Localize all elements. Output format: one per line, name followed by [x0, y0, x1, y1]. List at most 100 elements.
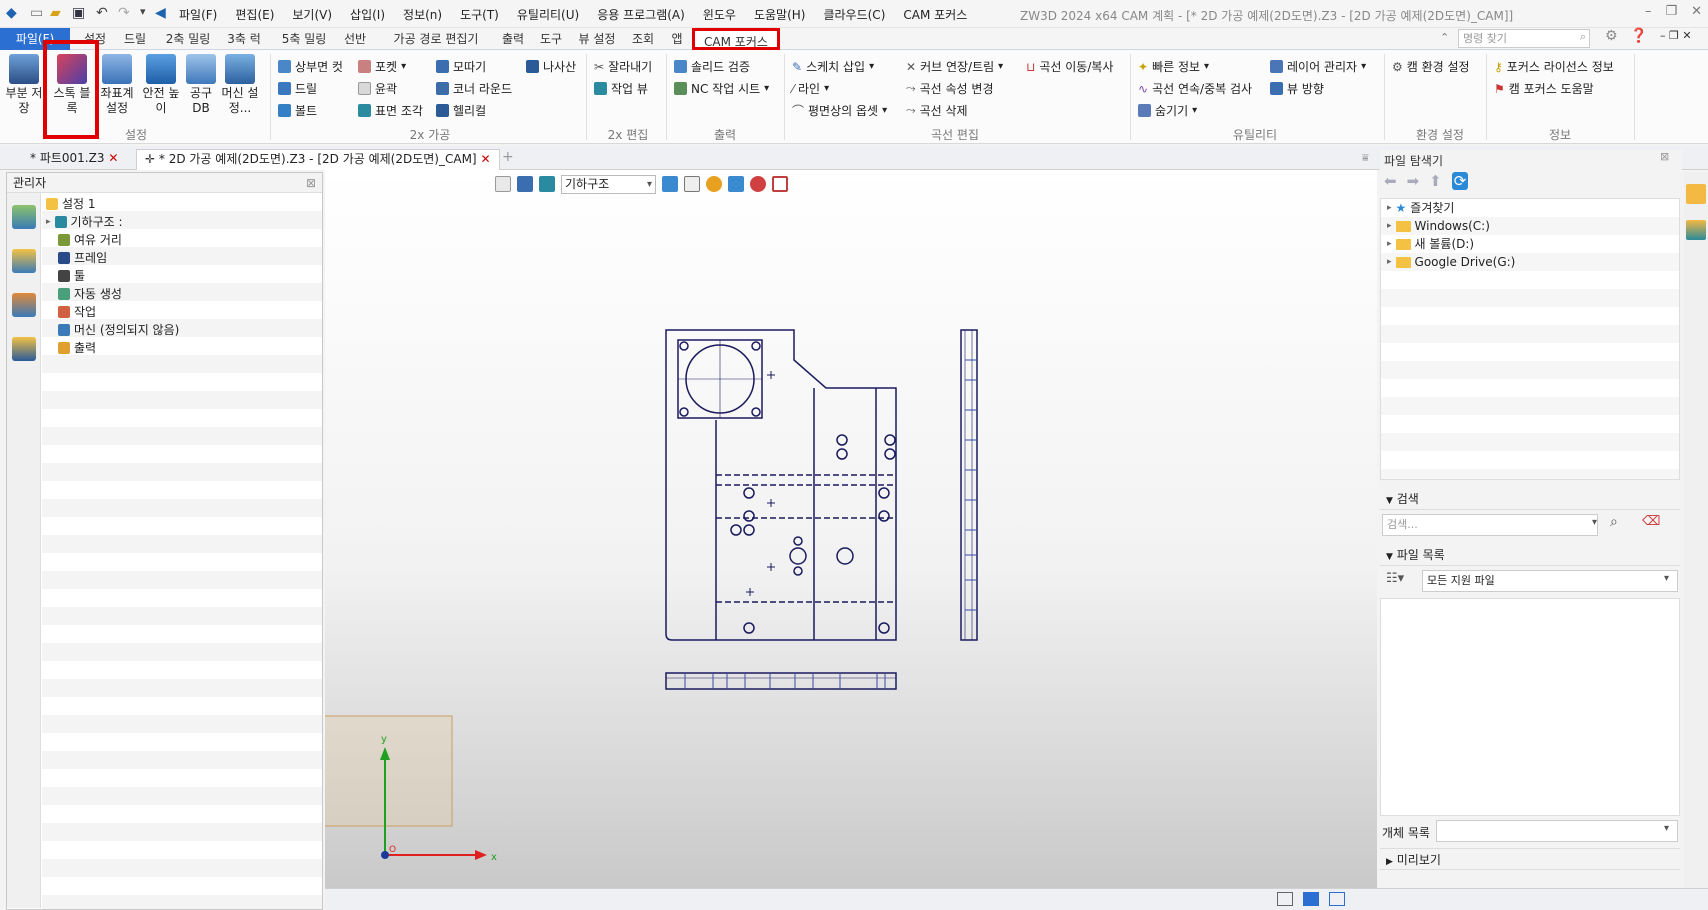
menu-edit[interactable]: 편집(E) — [226, 6, 283, 23]
close-window-icon[interactable]: ✕ — [1691, 4, 1702, 19]
tree-item-operation[interactable]: 작업 — [58, 303, 96, 321]
tab-cam-focus[interactable]: CAM 포커스 — [692, 28, 780, 50]
tab-lathe[interactable]: 선반 — [338, 28, 372, 50]
doc-tab-part001[interactable]: * 파트001.Z3 ✕ — [22, 149, 126, 170]
curve-move-copy-button[interactable]: ⊔ 곡선 이동/복사 — [1026, 58, 1113, 75]
cam-env-settings-button[interactable]: ⚙ 캠 환경 설정 — [1392, 58, 1470, 75]
license-info-button[interactable]: ⚷ 포커스 라이선스 정보 — [1494, 58, 1614, 75]
explorer-item-c-drive[interactable]: ▸ Windows(C:) — [1387, 217, 1490, 235]
menu-utility[interactable]: 유틸리티(U) — [508, 6, 588, 23]
quick-info-button[interactable]: ✦ 빠른 정보 ▾ — [1138, 58, 1209, 75]
tab-view-settings[interactable]: 뷰 설정 — [572, 28, 622, 50]
helical-button[interactable]: 헬리컬 — [436, 102, 486, 119]
window-icon[interactable] — [1329, 892, 1345, 906]
minimize-icon[interactable]: – — [1645, 4, 1652, 19]
part-icon[interactable] — [11, 249, 36, 273]
collapse-ribbon-icon[interactable]: ⌃ — [1440, 31, 1449, 44]
forward-arrow-icon[interactable]: ➡ — [1407, 172, 1420, 190]
cam-focus-help-button[interactable]: ⚑ 캠 포커스 도움말 — [1494, 80, 1594, 97]
surface-engrave-button[interactable]: 표면 조각 — [358, 102, 423, 119]
coordinate-system-button[interactable]: 좌표계 설정 — [96, 54, 138, 116]
file-list[interactable] — [1380, 598, 1680, 816]
tab-2axis[interactable]: 2축 밀링 — [158, 28, 218, 50]
tab-drill[interactable]: 드릴 — [118, 28, 152, 50]
tab-app[interactable]: 앱 — [664, 28, 690, 50]
file-type-filter-select[interactable]: 모든 지원 파일 — [1422, 570, 1678, 592]
menu-file[interactable]: 파일(F) — [170, 6, 226, 23]
menu-applications[interactable]: 응용 프로그램(A) — [588, 6, 694, 23]
object-list-select[interactable] — [1436, 820, 1678, 842]
curve-delete-button[interactable]: ⤳ 곡선 삭제 — [906, 102, 968, 119]
close-panel-icon[interactable]: ⊠ — [306, 173, 316, 193]
view-direction-button[interactable]: 뷰 방향 — [1270, 80, 1324, 97]
partial-save-button[interactable]: 부분 저장 — [4, 54, 44, 116]
machine-setup-button[interactable]: 머신 설정... — [218, 54, 262, 116]
refresh-icon[interactable]: ⟳ — [1451, 172, 1469, 190]
manager-tree-icon[interactable] — [11, 205, 36, 229]
safe-height-button[interactable]: 안전 높이 — [140, 54, 182, 116]
up-arrow-icon[interactable]: ⬆ — [1429, 172, 1442, 190]
new-file-icon[interactable]: ▭ — [30, 5, 43, 21]
doc-window-controls[interactable]: – ❐ ✕ — [1660, 29, 1692, 42]
curve-property-button[interactable]: ⤳ 곡선 속성 변경 — [906, 80, 993, 97]
tree-item-setup[interactable]: 설정 1 — [46, 195, 96, 213]
search-icon[interactable]: ⌕ — [1610, 514, 1618, 530]
face-cut-button[interactable]: 상부면 컷 — [278, 58, 343, 75]
tree-item-tool[interactable]: 툴 — [58, 267, 85, 285]
tab-tools[interactable]: 도구 — [534, 28, 568, 50]
folder-panel-icon[interactable] — [1686, 184, 1706, 204]
layer-manager-button[interactable]: 레이어 관리자 ▾ — [1270, 58, 1366, 75]
explorer-item-d-drive[interactable]: ▸ 새 볼륨(D:) — [1387, 235, 1474, 253]
graphics-viewport[interactable]: 기하구조 ▾ x y O — [325, 170, 1377, 888]
search-section-header[interactable]: ▼ 검색 — [1380, 488, 1680, 510]
work-view-button[interactable]: 작업 뷰 — [594, 80, 648, 97]
menu-cloud[interactable]: 클라우드(C) — [814, 6, 894, 23]
tree-item-machine[interactable]: 머신 (정의되지 않음) — [58, 321, 179, 339]
undo-icon[interactable]: ↶ — [96, 5, 108, 21]
explorer-search-input[interactable]: 검색... — [1382, 514, 1598, 536]
open-file-icon[interactable]: ▰ — [50, 5, 61, 21]
save-icon[interactable]: ▣ — [72, 5, 85, 21]
insert-sketch-button[interactable]: ✎ 스케치 삽입 ▾ — [792, 58, 874, 75]
preview-section-header[interactable]: ▶ 미리보기 — [1380, 848, 1680, 870]
tree-item-frame[interactable]: 프레임 — [58, 249, 107, 267]
cut-button[interactable]: ✂ 잘라내기 — [594, 58, 652, 75]
filelist-section-header[interactable]: ▼ 파일 목록 — [1380, 544, 1680, 566]
chevron-down-icon[interactable]: ▾ — [1664, 823, 1669, 834]
restore-icon[interactable]: ❐ — [1665, 4, 1677, 19]
clear-search-icon[interactable]: ⌫ — [1642, 514, 1660, 529]
tab-3axis[interactable]: 3축 럭 — [222, 28, 266, 50]
corner-round-button[interactable]: 코너 라운드 — [436, 80, 512, 97]
tree-item-clearance[interactable]: 여유 거리 — [58, 231, 122, 249]
search-icon[interactable]: ⌕ — [1580, 30, 1586, 44]
explorer-item-favorites[interactable]: ▸ ★ 즐겨찾기 — [1387, 199, 1454, 217]
hide-button[interactable]: 숨기기 ▾ — [1138, 102, 1197, 119]
menu-info[interactable]: 정보(n) — [394, 6, 451, 23]
line-button[interactable]: ⁄ 라인 ▾ — [792, 80, 829, 97]
explorer-item-g-drive[interactable]: ▸ Google Drive(G:) — [1387, 253, 1515, 271]
tree-item-auto-generate[interactable]: 자동 생성 — [58, 285, 122, 303]
menu-window[interactable]: 윈도우 — [694, 6, 745, 23]
add-tab-icon[interactable]: + — [502, 149, 514, 165]
screen-icon[interactable] — [1303, 892, 1319, 906]
back-arrow-icon[interactable]: ◀ — [155, 5, 166, 21]
thread-button[interactable]: 나사산 — [526, 58, 576, 75]
tab-list-icon[interactable]: ⩸ — [1362, 151, 1369, 165]
back-arrow-icon[interactable]: ⬅ — [1384, 172, 1397, 190]
chevron-down-icon[interactable]: ▾ — [1664, 573, 1669, 584]
profile-button[interactable]: 윤곽 — [358, 80, 397, 97]
tab-5axis[interactable]: 5축 밀링 — [274, 28, 334, 50]
nc-worksheet-button[interactable]: NC 작업 시트 ▾ — [674, 80, 769, 97]
menu-view[interactable]: 보기(V) — [283, 6, 341, 23]
command-search-input[interactable]: 명령 찾기 — [1458, 29, 1590, 48]
curve-extend-trim-button[interactable]: ✕ 커브 연장/트림 ▾ — [906, 58, 1003, 75]
menu-cam-focus[interactable]: CAM 포커스 — [894, 6, 976, 23]
quick-access-dropdown-icon[interactable]: ▾ — [140, 5, 146, 18]
image-icon[interactable] — [11, 293, 36, 317]
bolt-button[interactable]: 볼트 — [278, 102, 317, 119]
menu-help[interactable]: 도움말(H) — [745, 6, 815, 23]
gear-icon[interactable]: ⚙ — [1605, 28, 1618, 44]
tab-toolpath-editor[interactable]: 가공 경로 편집기 — [380, 28, 492, 50]
planar-offset-button[interactable]: ⌒ 평면상의 옵셋 ▾ — [792, 102, 887, 119]
chevron-down-icon[interactable]: ▾ — [1592, 517, 1597, 528]
